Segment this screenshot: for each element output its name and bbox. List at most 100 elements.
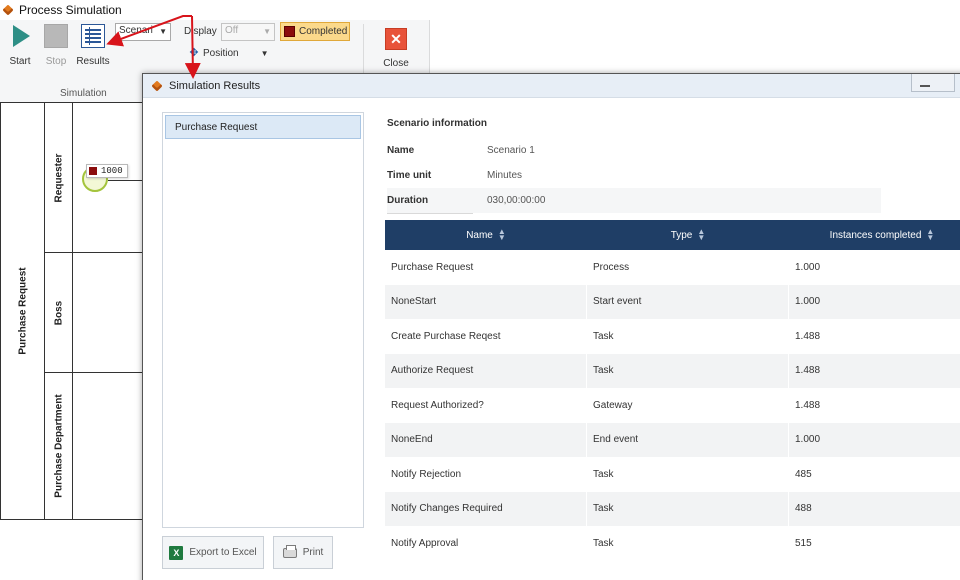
table-row[interactable]: Request Authorized? Gateway 1.488 [385,388,960,423]
position-dropdown[interactable]: ✥ Position ▼ [188,47,268,59]
results-label: Results [76,56,110,67]
table-row[interactable]: Authorize Request Task 1.488 [385,353,960,388]
scenario-item-label: Purchase Request [175,121,258,133]
lane-header: Boss [45,253,73,372]
cell-type: Process [587,250,789,285]
pool-name: Purchase Request [17,267,29,355]
start-label: Start [9,56,31,67]
window-title: Process Simulation [19,3,122,17]
display-select-value: Off [225,25,239,36]
cell-name: Authorize Request [385,353,587,388]
export-excel-button[interactable]: X Export to Excel [162,536,264,569]
cell-instances: 1.488 [795,330,821,342]
lane-name: Requester [53,153,65,202]
table-row[interactable]: Create Purchase Reqest Task 1.488 [385,319,960,354]
cell-type: Task [587,526,789,561]
column-header-instances[interactable]: Instances completed ▲ ▼ [789,220,960,250]
stop-icon [44,24,68,48]
table-row[interactable]: Notify Approval Task 515 [385,526,960,561]
column-header-label: Type [670,229,693,241]
info-row-duration: Duration 030,00:00:00 [387,188,881,213]
pool-header: Purchase Request [1,103,45,519]
app-root: Process Simulation Start Stop Results Sc… [0,0,960,580]
cell-instances: 1.000 [795,296,821,308]
chevron-down-icon: ▼ [263,27,271,36]
display-select[interactable]: Off ▼ [221,23,275,41]
cell-name: NoneEnd [385,422,587,457]
cell-instances: 1.488 [795,365,821,377]
info-label: Name [387,145,415,156]
completed-toggle[interactable]: Completed [280,22,350,41]
cell-name: Purchase Request [385,250,587,285]
export-label: Export to Excel [189,547,257,558]
completed-label: Completed [299,26,348,37]
column-header-label: Name [466,229,493,241]
info-label: Duration [387,195,429,206]
cell-name: Notify Approval [385,526,587,561]
print-button[interactable]: Print [273,536,333,569]
cell-type: End event [587,422,789,457]
info-value: Minutes [487,170,523,181]
ribbon-group-label: Simulation [60,88,107,99]
play-icon [8,24,32,48]
table-header: Name ▲ ▼ Type ▲ ▼ Instances completed ▲ ▼ [385,220,960,250]
results-button[interactable]: Results [75,24,111,67]
cell-name: NoneStart [385,284,587,319]
cell-instances: 1.000 [795,261,821,273]
close-label: Close [383,58,409,69]
stop-button[interactable]: Stop [38,24,74,67]
color-swatch-icon [284,26,295,37]
scenario-list: Purchase Request [162,112,364,528]
position-label: Position [203,47,239,59]
token-swatch-icon [89,167,97,175]
display-label: Display [184,26,217,37]
results-table: Name ▲ ▼ Type ▲ ▼ Instances completed ▲ ▼ P… [385,220,960,561]
simulation-results-dialog: Simulation Results Purchase Request X Ex… [142,73,960,580]
minimize-button[interactable] [911,74,955,92]
dialog-titlebar: Simulation Results [143,74,960,98]
lane-boss[interactable]: Boss [45,253,147,373]
table-row[interactable]: Notify Rejection Task 485 [385,457,960,492]
move-icon: ✥ [189,47,199,59]
close-icon: ✕ [385,28,407,50]
info-label: Time unit [387,170,432,181]
cell-type: Gateway [587,388,789,423]
token-counter: 1000 [86,164,128,178]
lane-name: Purchase Department [53,394,65,498]
info-value: 030,00:00:00 [487,195,546,206]
start-button[interactable]: Start [2,24,38,67]
cell-name: Notify Changes Required [385,491,587,526]
lane-header: Purchase Department [45,373,73,519]
table-row[interactable]: Purchase Request Process 1.000 [385,250,960,285]
table-body: Purchase Request Process 1.000 NoneStart Sta… [385,250,960,561]
column-header-name[interactable]: Name ▲ ▼ [385,220,587,250]
lane-header: Requester [45,103,73,252]
cell-name: Request Authorized? [385,388,587,423]
scenario-info: Scenario information Name Scenario 1 Tim… [387,118,881,214]
cell-name: Create Purchase Reqest [385,319,587,354]
close-button[interactable]: ✕ Close [380,28,412,69]
scenario-select[interactable]: Scenari ▼ [115,23,171,41]
table-row[interactable]: Notify Changes Required Task 488 [385,491,960,526]
printer-icon [282,544,297,558]
scenario-list-item[interactable]: Purchase Request [165,115,361,139]
cell-name: Notify Rejection [385,457,587,492]
table-row[interactable]: NoneStart Start event 1.000 [385,284,960,319]
cell-type: Task [587,353,789,388]
sequence-flow [108,180,142,181]
window-titlebar: Process Simulation [0,0,960,20]
stop-label: Stop [45,56,67,67]
column-header-type[interactable]: Type ▲ ▼ [587,220,789,250]
cell-instances: 1.488 [795,399,821,411]
lane-purchase-department[interactable]: Purchase Department [45,373,147,519]
token-value: 1000 [101,166,123,176]
sort-icon: ▲ ▼ [926,227,935,242]
column-header-label: Instances completed [829,229,922,241]
table-row[interactable]: NoneEnd End event 1.000 [385,422,960,457]
cell-type: Task [587,491,789,526]
app-logo-icon [151,80,163,92]
app-logo-icon [2,4,14,16]
info-row-time-unit: Time unit Minutes [387,163,881,188]
excel-icon: X [169,545,184,560]
sort-icon: ▲ ▼ [697,227,706,242]
